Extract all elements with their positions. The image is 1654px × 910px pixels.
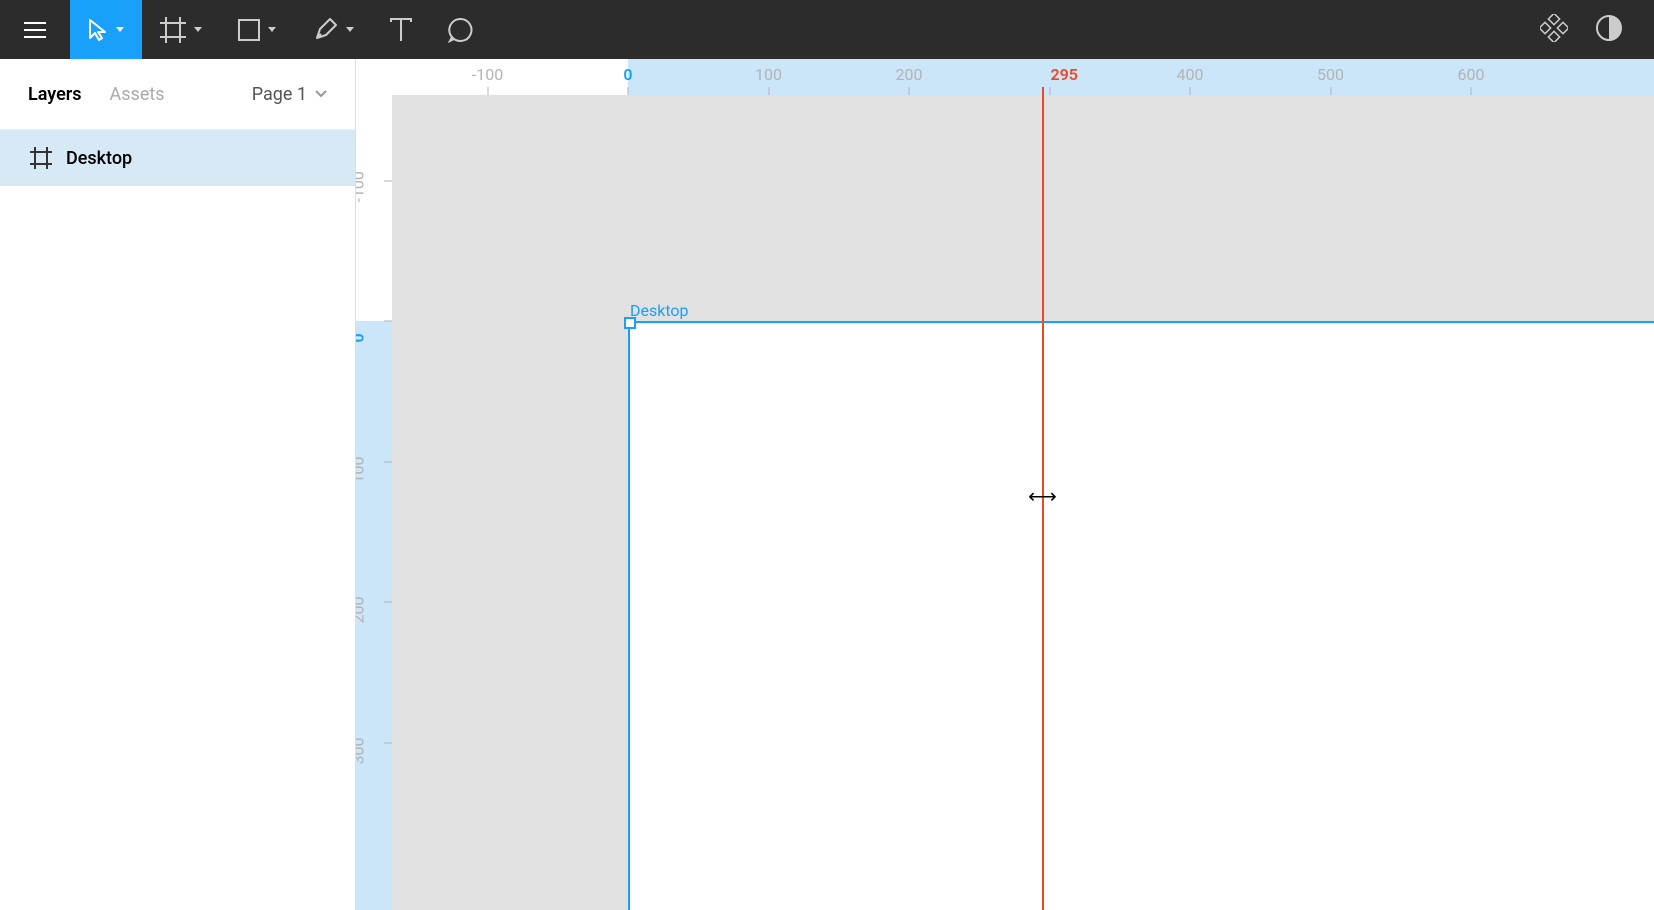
tab-assets[interactable]: Assets [110,84,165,105]
layer-item-desktop[interactable]: Desktop [0,130,355,186]
tab-layers[interactable]: Layers [28,84,82,105]
ruler-corner [356,59,392,95]
layer-label: Desktop [66,148,132,169]
page-label: Page 1 [252,84,307,105]
rectangle-icon [238,19,260,41]
move-tool-button[interactable] [70,0,142,59]
page-selector[interactable]: Page 1 [252,84,327,105]
layer-list: Desktop [0,130,355,910]
top-toolbar [0,0,1654,59]
cursor-icon [88,18,108,42]
horizontal-ruler[interactable]: -1000100200400500600295 [392,59,1654,95]
frame-icon [160,17,186,43]
comment-tool-button[interactable] [430,0,492,59]
pen-tool-button[interactable] [294,0,372,59]
shape-tool-button[interactable] [220,0,294,59]
theme-toggle-button[interactable] [1596,15,1622,45]
main-menu-button[interactable] [0,0,70,59]
frame-desktop[interactable]: Desktop [628,321,1654,910]
pen-icon [312,17,338,43]
canvas-area: -1000100200400500600295 -1000100200300 D… [356,59,1654,910]
frame-tool-button[interactable] [142,0,220,59]
hamburger-icon [24,22,46,38]
diamond-grid-icon [1540,14,1568,42]
guide-vertical[interactable] [1042,95,1044,910]
components-button[interactable] [1540,14,1568,46]
selection-handle-tl[interactable] [624,317,636,329]
text-icon [390,18,412,42]
canvas[interactable]: Desktop ⟷ [392,95,1654,910]
frame-icon [30,147,52,169]
left-panel: Layers Assets Page 1 Desktop [0,59,356,910]
comment-icon [448,17,474,43]
text-tool-button[interactable] [372,0,430,59]
frame-label[interactable]: Desktop [630,301,689,320]
panel-header: Layers Assets Page 1 [0,59,355,130]
vertical-ruler[interactable]: -1000100200300 [356,95,392,910]
chevron-down-icon [315,90,327,98]
contrast-icon [1596,15,1622,41]
